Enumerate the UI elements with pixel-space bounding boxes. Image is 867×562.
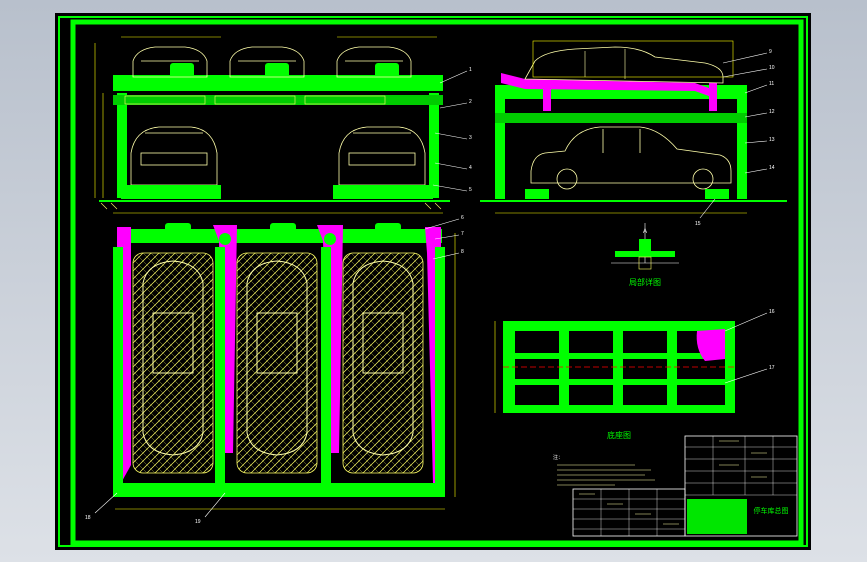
side-elevation-view bbox=[480, 40, 787, 219]
callout-11: 11 bbox=[769, 81, 774, 87]
upper-beam bbox=[113, 95, 443, 105]
callout-14: 14 bbox=[769, 165, 775, 171]
detail-view-label: 局部详图 bbox=[629, 277, 661, 287]
callout-7: 7 bbox=[461, 231, 464, 237]
lower-cars bbox=[130, 126, 426, 186]
callout-4: 4 bbox=[469, 165, 472, 171]
side-column-left bbox=[495, 89, 505, 199]
callout-17: 17 bbox=[769, 365, 775, 371]
callout-1: 1 bbox=[469, 67, 472, 73]
callout-10: 10 bbox=[769, 65, 775, 71]
base-view: 底座图 bbox=[494, 312, 768, 440]
title-block-title: 停车库总图 bbox=[754, 506, 789, 515]
callout-19: 19 bbox=[195, 519, 201, 525]
callout-8: 8 bbox=[461, 249, 464, 255]
column-left bbox=[117, 93, 127, 198]
callout-6: 6 bbox=[461, 215, 464, 221]
notes-block: 注： bbox=[553, 454, 655, 486]
callout-3: 3 bbox=[469, 135, 472, 141]
side-lower-car bbox=[530, 126, 732, 190]
callout-5: 5 bbox=[469, 187, 472, 193]
callout-12: 12 bbox=[769, 109, 775, 115]
drawing-sheet: A 局部详图 底座图 注： 停车库总图 1 2 3 4 5 6 7 8 9 10… bbox=[55, 13, 811, 550]
column-right bbox=[429, 93, 439, 198]
callout-9: 9 bbox=[769, 49, 772, 55]
drawing-canvas: A 局部详图 底座图 注： 停车库总图 1 2 3 4 5 6 7 8 9 10… bbox=[58, 16, 808, 547]
cad-viewport[interactable]: A 局部详图 底座图 注： 停车库总图 1 2 3 4 5 6 7 8 9 10… bbox=[0, 0, 867, 562]
callout-15: 15 bbox=[695, 221, 701, 227]
notes-heading: 注： bbox=[553, 454, 563, 461]
detail-view: A 局部详图 bbox=[611, 223, 679, 287]
section-mark: A bbox=[643, 229, 647, 235]
plan-view bbox=[94, 218, 460, 518]
callout-2: 2 bbox=[469, 99, 472, 105]
title-block: 停车库总图 bbox=[572, 435, 798, 537]
callout-18: 18 bbox=[85, 515, 91, 521]
side-column-right bbox=[737, 89, 747, 199]
front-elevation-view bbox=[94, 36, 468, 214]
base-view-label: 底座图 bbox=[607, 430, 631, 440]
callout-16: 16 bbox=[769, 309, 775, 315]
callout-13: 13 bbox=[769, 137, 775, 143]
plan-bottom-beam bbox=[117, 483, 442, 497]
